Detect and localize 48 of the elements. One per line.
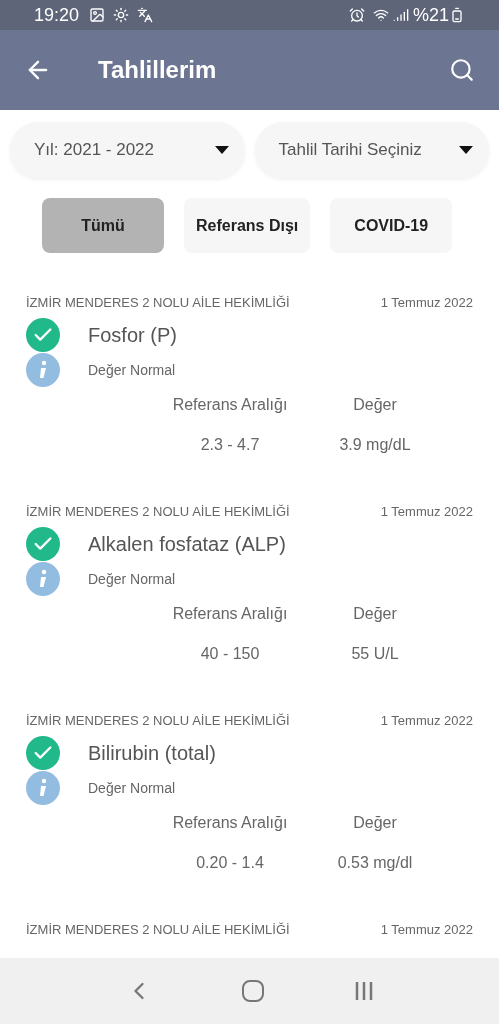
column-heading: Referans Aralığı — [171, 813, 289, 833]
result-value: 3.9 mg/dL — [338, 435, 412, 455]
test-name: Alkalen fosfataz (ALP) — [88, 532, 286, 557]
caret-icon — [214, 146, 229, 154]
column-heading: Değer — [352, 395, 398, 415]
status-text: Değer Normal — [88, 360, 176, 380]
signal-icon — [392, 7, 409, 23]
result-date: 1 Temmuz 2022 — [380, 712, 473, 731]
caret-icon — [459, 146, 473, 154]
test-name: Fosfor (P) — [88, 323, 177, 348]
filter-tab[interactable]: Tümü — [42, 198, 164, 253]
translate-icon — [137, 7, 154, 23]
alarm-icon — [348, 7, 365, 23]
test-name: Bilirubin (total) — [88, 741, 216, 766]
filter-tab[interactable]: Referans Dışı — [184, 198, 311, 253]
reference-range: 40 - 150 — [199, 644, 261, 664]
home-button[interactable] — [241, 980, 264, 1002]
clock: 19:20 — [34, 3, 80, 27]
info-icon[interactable] — [26, 353, 60, 387]
battery-level: %21 — [412, 3, 449, 27]
column-heading: Değer — [352, 604, 398, 624]
info-icon[interactable] — [26, 771, 60, 805]
reference-range: 0.20 - 1.4 — [195, 853, 265, 873]
dropdown[interactable]: Yıl: 2021 - 2022 — [10, 122, 245, 178]
result-date: 1 Temmuz 2022 — [380, 294, 473, 313]
search-button[interactable] — [449, 57, 475, 83]
status-text: Değer Normal — [88, 569, 176, 589]
lab-name: İZMİR MENDERES 2 NOLU AİLE HEKİMLİĞİ — [26, 712, 290, 731]
lab-name: İZMİR MENDERES 2 NOLU AİLE HEKİMLİĞİ — [26, 503, 290, 522]
result-value: 0.53 mg/dl — [336, 853, 414, 873]
dropdown[interactable]: Tahlil Tarihi Seçiniz — [254, 122, 489, 178]
result-value: 55 U/L — [350, 644, 400, 664]
column-heading: Referans Aralığı — [171, 395, 289, 415]
column-heading: Referans Aralığı — [171, 604, 289, 624]
filter-tab[interactable]: COVID-19 — [330, 198, 453, 253]
battery-icon — [449, 7, 465, 23]
image-icon — [89, 7, 106, 23]
info-icon[interactable] — [26, 562, 60, 596]
status-text: Değer Normal — [88, 778, 176, 798]
page-title: Tahlillerim — [98, 55, 218, 85]
lab-name: İZMİR MENDERES 2 NOLU AİLE HEKİMLİĞİ — [26, 921, 290, 940]
lab-name: İZMİR MENDERES 2 NOLU AİLE HEKİMLİĞİ — [26, 294, 290, 313]
wifi-icon — [372, 7, 389, 23]
reference-range: 2.3 - 4.7 — [199, 435, 261, 455]
result-date: 1 Temmuz 2022 — [380, 921, 473, 940]
column-heading: Değer — [352, 813, 398, 833]
result-date: 1 Temmuz 2022 — [380, 503, 473, 522]
weather-icon — [113, 7, 130, 23]
